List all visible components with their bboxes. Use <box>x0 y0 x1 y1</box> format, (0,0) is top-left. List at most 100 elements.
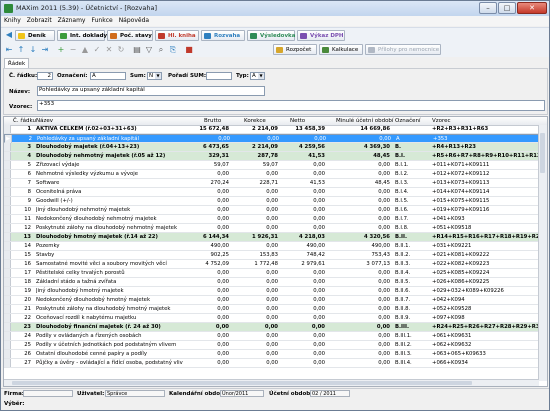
table-row[interactable]: 16 Samostatné movité věci a soubory movit… <box>4 260 547 269</box>
table-row[interactable]: 25 Podíly v účetních jednotkách pod podst… <box>4 341 547 350</box>
last-record-icon[interactable]: ⇥ <box>40 45 50 55</box>
cell-brutto[interactable]: 490,00 <box>184 242 229 250</box>
cell-no[interactable]: 8 <box>13 188 31 196</box>
table-row[interactable]: 5 Zřizovací výdaje 59,07 59,07 0,00 0,00 B.I.1… <box>4 161 547 170</box>
row-indicator[interactable] <box>4 197 11 205</box>
row-indicator[interactable] <box>4 314 11 322</box>
edit-record-icon[interactable]: ▲ <box>80 45 90 55</box>
prilohy-button[interactable]: Přílohy pro nemocnice <box>365 44 441 55</box>
cell-minule[interactable]: 0,00 <box>330 314 390 322</box>
denik-button[interactable]: Deník <box>15 30 55 41</box>
cell-korekce[interactable]: 0,00 <box>232 341 278 349</box>
next-record-icon[interactable]: ↓ <box>28 45 38 55</box>
cell-vzorec[interactable]: +025+K085+K09224 <box>432 269 538 277</box>
cell-no[interactable]: 25 <box>13 341 31 349</box>
cell-brutto[interactable]: 0,00 <box>184 332 229 340</box>
cell-netto[interactable]: 0,00 <box>280 224 325 232</box>
cell-ozn[interactable]: B.III.1. <box>395 332 429 340</box>
cell-korekce[interactable]: 0,00 <box>233 135 279 143</box>
cell-no[interactable]: 26 <box>13 350 31 358</box>
cell-vzorec[interactable]: +R24+R25+R26+R27+R28+R29+R30 <box>432 323 538 331</box>
prev-record-icon[interactable]: ↑ <box>16 45 26 55</box>
row-indicator[interactable]: ▶ <box>5 135 12 143</box>
designation-field[interactable]: A <box>90 72 126 80</box>
cell-korekce[interactable]: 228,71 <box>232 179 278 187</box>
row-indicator[interactable] <box>4 278 11 286</box>
cell-no[interactable]: 2 <box>14 135 32 143</box>
cell-name[interactable]: Ostatní dlouhodobé cenné papíry a podíly <box>36 350 198 358</box>
cell-ozn[interactable]: B.II.3. <box>395 260 429 268</box>
cell-name[interactable]: Dlouhodobý finanční majetek (ř. 24 až 30… <box>36 323 198 331</box>
row-indicator[interactable] <box>4 161 11 169</box>
cell-name[interactable]: Nedokončený dlouhodobý hmotný majetek <box>36 296 198 304</box>
cell-minule[interactable]: 0,00 <box>330 350 390 358</box>
col-minule[interactable]: Minulé účetní období <box>336 117 393 125</box>
cell-korekce[interactable]: 0,00 <box>232 188 278 196</box>
cell-ozn[interactable]: B.III. <box>395 323 429 331</box>
order-field[interactable] <box>206 72 232 80</box>
row-indicator[interactable] <box>4 188 11 196</box>
cell-minule[interactable]: 0,00 <box>330 161 390 169</box>
horizontal-scroll-thumb[interactable] <box>12 381 472 385</box>
cell-name[interactable]: Podíly v ovládaných a řízených osobách <box>36 332 198 340</box>
row-indicator[interactable] <box>4 224 11 232</box>
cell-vzorec[interactable]: +021+K081+K09222 <box>432 251 538 259</box>
cell-name[interactable]: Goodwill (+/-) <box>36 197 198 205</box>
cell-vzorec[interactable]: +066+K0934 <box>432 359 538 367</box>
cell-korekce[interactable]: 0,00 <box>232 170 278 178</box>
cell-vzorec[interactable]: +019+K079+K09116 <box>432 206 538 214</box>
cell-ozn[interactable]: B.II.1. <box>395 242 429 250</box>
menu-zobrazit[interactable]: Zobrazit <box>24 16 55 25</box>
cell-ozn[interactable]: A <box>396 135 430 143</box>
cell-vzorec[interactable]: +061+K09631 <box>432 332 538 340</box>
cell-vzorec[interactable]: +031+K09221 <box>432 242 538 250</box>
cell-netto[interactable]: 4 259,56 <box>280 143 325 151</box>
cell-brutto[interactable]: 4 752,09 <box>184 260 229 268</box>
cell-vzorec[interactable]: +013+K073+K09113 <box>432 179 538 187</box>
cell-ozn[interactable]: B.III.4. <box>395 359 429 367</box>
cell-brutto[interactable]: 0,00 <box>184 215 229 223</box>
cell-netto[interactable]: 0,00 <box>280 332 325 340</box>
cell-no[interactable]: 13 <box>13 233 31 241</box>
cell-no[interactable]: 23 <box>13 323 31 331</box>
table-row[interactable]: 19 Jiný dlouhodobý hmotný majetek 0,00 0,00… <box>4 287 547 296</box>
cell-korekce[interactable]: 0,00 <box>232 296 278 304</box>
menu-knihy[interactable]: Knihy <box>1 16 24 25</box>
cell-brutto[interactable]: 0,00 <box>184 305 229 313</box>
cell-vzorec[interactable]: +097+K098 <box>432 314 538 322</box>
cell-ozn[interactable]: B.III.2. <box>395 341 429 349</box>
cell-no[interactable]: 5 <box>13 161 31 169</box>
cell-netto[interactable]: 41,53 <box>280 152 325 160</box>
table-row[interactable]: 13 Dlouhodobý hmotný majetek (ř.14 až 22)… <box>4 233 547 242</box>
cell-vzorec[interactable]: +063+065+K09633 <box>432 350 538 358</box>
cell-no[interactable]: 20 <box>13 296 31 304</box>
first-record-icon[interactable]: ⇤ <box>4 45 14 55</box>
col-brutto[interactable]: Brutto <box>204 117 221 125</box>
cell-brutto[interactable]: 0,00 <box>184 269 229 277</box>
cell-netto[interactable]: 0,00 <box>280 359 325 367</box>
cell-vzorec[interactable]: +015+K075+K09115 <box>432 197 538 205</box>
cell-ozn[interactable]: B.I.1. <box>395 161 429 169</box>
back-icon[interactable]: ◀ <box>4 30 14 40</box>
cell-name[interactable]: Podíly v účetních jednotkách pod podstat… <box>36 341 198 349</box>
cell-minule[interactable]: 4 369,30 <box>330 143 390 151</box>
cell-no[interactable]: 14 <box>13 242 31 250</box>
row-indicator[interactable] <box>4 215 11 223</box>
cell-netto[interactable]: 0,00 <box>281 135 326 143</box>
cell-netto[interactable]: 748,42 <box>280 251 325 259</box>
sum-select[interactable]: N ▼ <box>147 72 162 80</box>
cell-no[interactable]: 24 <box>13 332 31 340</box>
cell-korekce[interactable]: 2 214,09 <box>232 125 278 133</box>
row-indicator[interactable] <box>4 350 11 358</box>
cell-name[interactable]: Ocenitelná práva <box>36 188 198 196</box>
cell-ozn[interactable]: B.II.4. <box>395 269 429 277</box>
cell-vzorec[interactable]: +042+K094 <box>432 296 538 304</box>
cell-netto[interactable]: 0,00 <box>280 197 325 205</box>
cell-no[interactable]: 18 <box>13 278 31 286</box>
cell-vzorec[interactable]: +022+K082+K09223 <box>432 260 538 268</box>
cell-minule[interactable]: 0,00 <box>330 224 390 232</box>
cell-netto[interactable]: 0,00 <box>280 215 325 223</box>
cell-minule[interactable]: 14 669,86 <box>330 125 390 133</box>
cell-name[interactable]: Poskytnuté zálohy na dlouhodobý nehmotný… <box>36 224 198 232</box>
row-indicator[interactable] <box>4 152 11 160</box>
